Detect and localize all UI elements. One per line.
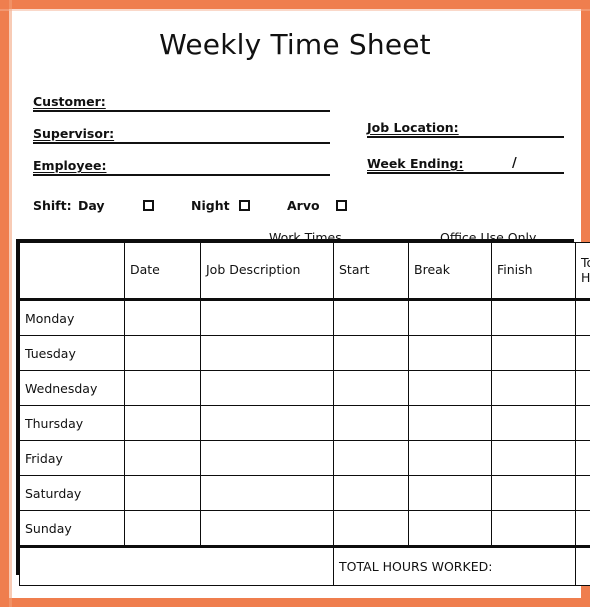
- cell-job-description[interactable]: [200, 405, 334, 441]
- page-frame: Weekly Time Sheet Customer: Supervisor: …: [0, 0, 590, 607]
- cell-finish[interactable]: [491, 299, 576, 336]
- cell-break[interactable]: [408, 510, 492, 547]
- shift-option-day-label: Day: [78, 198, 105, 213]
- customer-label: Customer:: [33, 94, 106, 109]
- cell-finish[interactable]: [491, 475, 576, 511]
- cell-job-description[interactable]: [200, 370, 334, 406]
- page-border-left: [0, 0, 9, 607]
- shift-row: Shift: Day Night Arvo: [33, 196, 363, 216]
- page-title: Weekly Time Sheet: [159, 28, 431, 61]
- page-border-bottom: [0, 598, 590, 607]
- header-cell-day: [19, 242, 125, 301]
- cell-start[interactable]: [333, 370, 409, 406]
- time-sheet-table: Date Job Description Start Break Finish …: [19, 242, 590, 586]
- row-day-label: Sunday: [19, 510, 125, 547]
- row-day-label: Wednesday: [19, 370, 125, 406]
- employee-field[interactable]: Employee:: [33, 153, 330, 176]
- cell-job-description[interactable]: [200, 335, 334, 371]
- time-sheet-document: Weekly Time Sheet Customer: Supervisor: …: [12, 11, 590, 595]
- row-day-label: Friday: [19, 440, 125, 476]
- table-row: Sunday: [19, 510, 590, 547]
- cell-total-hours[interactable]: [575, 475, 590, 511]
- cell-finish[interactable]: [491, 335, 576, 371]
- total-hours-worked-label: TOTAL HOURS WORKED:: [333, 545, 576, 586]
- row-day-label: Monday: [19, 299, 125, 336]
- cell-start[interactable]: [333, 335, 409, 371]
- table-header-row: Date Job Description Start Break Finish …: [19, 242, 590, 301]
- table-row: Friday: [19, 440, 590, 476]
- table-row: Wednesday: [19, 370, 590, 406]
- shift-option-arvo-label: Arvo: [287, 198, 320, 213]
- cell-date[interactable]: [124, 299, 201, 336]
- cell-job-description[interactable]: [200, 475, 334, 511]
- cell-date[interactable]: [124, 510, 201, 547]
- cell-total-hours[interactable]: [575, 370, 590, 406]
- cell-total-hours[interactable]: [575, 299, 590, 336]
- header-cell-date: Date: [124, 242, 201, 301]
- job-location-label: Job Location:: [367, 120, 459, 135]
- cell-break[interactable]: [408, 370, 492, 406]
- cell-break[interactable]: [408, 475, 492, 511]
- cell-start[interactable]: [333, 440, 409, 476]
- cell-break[interactable]: [408, 440, 492, 476]
- shift-option-arvo-checkbox[interactable]: [336, 200, 347, 211]
- cell-job-description[interactable]: [200, 510, 334, 547]
- header-cell-job-description: Job Description: [200, 242, 334, 301]
- time-entry-grid: Date Job Description Start Break Finish …: [16, 239, 590, 586]
- row-day-label: Tuesday: [19, 335, 125, 371]
- total-hours-worked-value[interactable]: [575, 545, 590, 586]
- cell-start[interactable]: [333, 510, 409, 547]
- cell-finish[interactable]: [491, 440, 576, 476]
- shift-label: Shift:: [33, 198, 72, 213]
- cell-start[interactable]: [333, 475, 409, 511]
- shift-option-night-label: Night: [191, 198, 230, 213]
- supervisor-label: Supervisor:: [33, 126, 115, 141]
- week-ending-field[interactable]: Week Ending: /: [367, 151, 564, 174]
- cell-finish[interactable]: [491, 370, 576, 406]
- customer-field[interactable]: Customer:: [33, 89, 330, 112]
- table-row: Tuesday: [19, 335, 590, 371]
- footer-blank-cell: [19, 545, 334, 586]
- week-ending-date-separator: /: [512, 156, 517, 171]
- row-day-label: Thursday: [19, 405, 125, 441]
- table-row: Monday: [19, 299, 590, 336]
- cell-total-hours[interactable]: [575, 335, 590, 371]
- header-cell-start: Start: [333, 242, 409, 301]
- supervisor-field[interactable]: Supervisor:: [33, 121, 330, 144]
- cell-total-hours[interactable]: [575, 440, 590, 476]
- cell-start[interactable]: [333, 299, 409, 336]
- shift-option-day-checkbox[interactable]: [143, 200, 154, 211]
- header-total-line2: Hours: [581, 269, 590, 285]
- job-location-field[interactable]: Job Location:: [367, 115, 564, 138]
- table-row: Saturday: [19, 475, 590, 511]
- cell-break[interactable]: [408, 335, 492, 371]
- cell-total-hours[interactable]: [575, 405, 590, 441]
- row-day-label: Saturday: [19, 475, 125, 511]
- cell-finish[interactable]: [491, 405, 576, 441]
- cell-start[interactable]: [333, 405, 409, 441]
- cell-break[interactable]: [408, 405, 492, 441]
- cell-date[interactable]: [124, 335, 201, 371]
- cell-date[interactable]: [124, 405, 201, 441]
- header-total-line1: Total: [581, 255, 590, 271]
- cell-date[interactable]: [124, 370, 201, 406]
- week-ending-label: Week Ending:: [367, 156, 464, 171]
- cell-total-hours[interactable]: [575, 510, 590, 547]
- cell-finish[interactable]: [491, 510, 576, 547]
- cell-job-description[interactable]: [200, 440, 334, 476]
- table-row: Thursday: [19, 405, 590, 441]
- cell-break[interactable]: [408, 299, 492, 336]
- table-footer-row: TOTAL HOURS WORKED:: [19, 545, 590, 586]
- header-cell-finish: Finish: [491, 242, 576, 301]
- shift-option-night-checkbox[interactable]: [239, 200, 250, 211]
- page-border-top: [0, 0, 590, 9]
- cell-date[interactable]: [124, 475, 201, 511]
- employee-label: Employee:: [33, 158, 107, 173]
- cell-job-description[interactable]: [200, 299, 334, 336]
- header-cell-break: Break: [408, 242, 492, 301]
- cell-date[interactable]: [124, 440, 201, 476]
- header-cell-total-hours: Total Hours: [575, 242, 590, 301]
